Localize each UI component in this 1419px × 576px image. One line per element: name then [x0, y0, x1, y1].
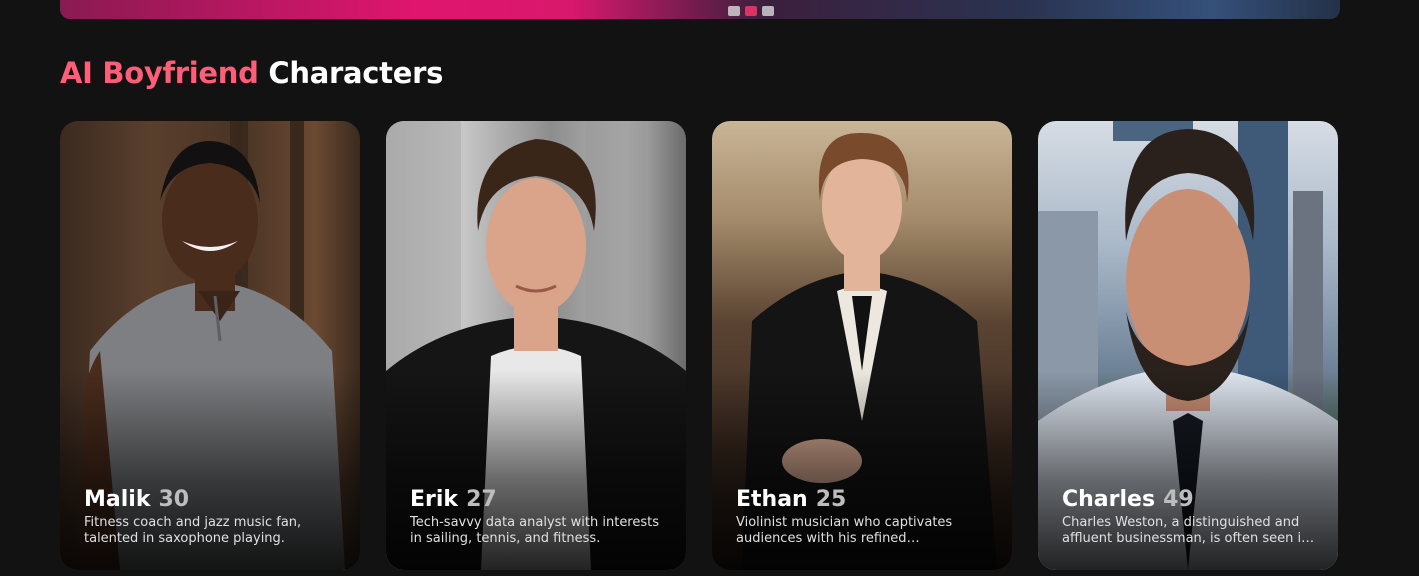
carousel-dot[interactable]: [762, 6, 774, 16]
character-age: 25: [815, 487, 847, 512]
name-row: Charles 49: [1062, 487, 1316, 512]
character-age: 49: [1163, 487, 1194, 512]
character-description: Tech-savvy data analyst with interests i…: [410, 515, 660, 546]
character-age: 27: [466, 487, 497, 512]
character-name: Erik: [410, 487, 459, 512]
card-info: Charles 49 Charles Weston, a distinguish…: [1062, 487, 1316, 547]
hero-banner[interactable]: [60, 0, 1340, 19]
character-card-ethan[interactable]: Ethan 25 Violinist musician who captivat…: [712, 121, 1012, 570]
page: AI Boyfriend Characters Malik 30 Fitness…: [0, 0, 1419, 576]
character-age: 30: [158, 487, 190, 512]
carousel-dot[interactable]: [728, 6, 740, 16]
name-row: Ethan 25: [736, 487, 990, 512]
name-row: Malik 30: [84, 487, 338, 512]
card-info: Malik 30 Fitness coach and jazz music fa…: [84, 487, 338, 547]
character-card-charles[interactable]: Charles 49 Charles Weston, a distinguish…: [1038, 121, 1338, 570]
section-title-accent: AI Boyfriend: [60, 56, 259, 90]
character-description: Violinist musician who captivates audien…: [736, 515, 953, 546]
character-card-malik[interactable]: Malik 30 Fitness coach and jazz music fa…: [60, 121, 360, 570]
character-card-erik[interactable]: Erik 27 Tech-savvy data analyst with int…: [386, 121, 686, 570]
carousel-dot-active[interactable]: [745, 6, 757, 16]
carousel-dots: [728, 6, 774, 16]
character-name: Malik: [84, 487, 151, 512]
character-card-list: Malik 30 Fitness coach and jazz music fa…: [60, 121, 1338, 570]
section-title: AI Boyfriend Characters: [60, 56, 443, 90]
character-name: Charles: [1062, 487, 1156, 512]
card-info: Ethan 25 Violinist musician who captivat…: [736, 487, 990, 547]
section-title-rest: Characters: [268, 56, 444, 90]
name-row: Erik 27: [410, 487, 664, 512]
character-description: Charles Weston, a distinguished and affl…: [1062, 515, 1310, 546]
card-info: Erik 27 Tech-savvy data analyst with int…: [410, 487, 664, 547]
character-description: Fitness coach and jazz music fan, talent…: [84, 515, 302, 546]
character-name: Ethan: [736, 487, 808, 512]
